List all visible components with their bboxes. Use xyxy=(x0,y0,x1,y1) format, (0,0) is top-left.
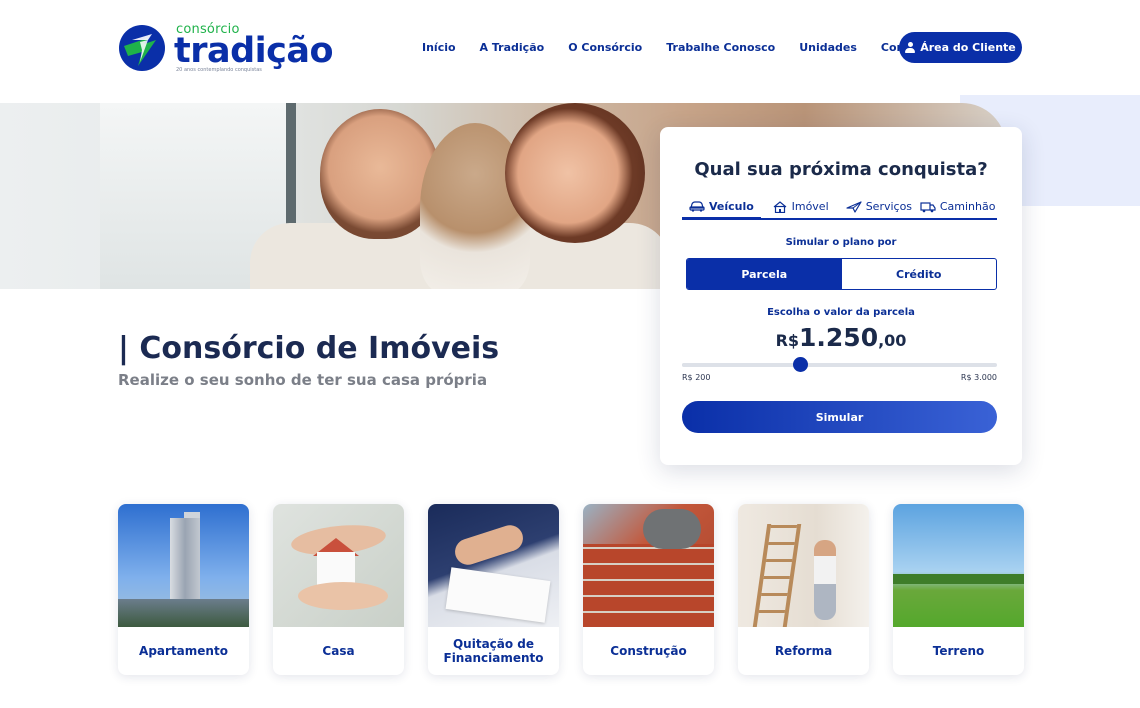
parcela-slider[interactable] xyxy=(682,357,997,372)
category-label: Construção xyxy=(610,644,687,658)
amount-integer: 1.250 xyxy=(799,323,879,352)
category-card-terreno[interactable]: Terreno xyxy=(893,504,1024,675)
category-label: Terreno xyxy=(932,644,985,658)
range-max-label: R$ 3.000 xyxy=(960,373,997,382)
casa-image xyxy=(273,504,404,627)
simulator-tabs: Veículo Imóvel Serviços Caminhão xyxy=(682,195,997,220)
terreno-image xyxy=(893,504,1024,627)
client-area-label: Área do Cliente xyxy=(920,41,1016,54)
amount-display: R$1.250,00 xyxy=(660,323,1022,352)
nav-item-a-tradicao[interactable]: A Tradição xyxy=(480,41,545,54)
category-card-construcao[interactable]: Construção xyxy=(583,504,714,675)
mode-credito-button[interactable]: Crédito xyxy=(842,259,997,289)
tab-caminhao-label: Caminhão xyxy=(939,200,996,213)
client-area-button[interactable]: Área do Cliente xyxy=(899,32,1022,63)
range-min-label: R$ 200 xyxy=(682,373,711,382)
category-label: Quitação de Financiamento xyxy=(443,637,544,665)
apartamento-image xyxy=(118,504,249,627)
main-nav: Início A Tradição O Consórcio Trabalhe C… xyxy=(422,41,930,54)
slider-track-fill xyxy=(682,363,801,367)
hero-mother xyxy=(505,103,645,243)
nav-item-o-consorcio[interactable]: O Consórcio xyxy=(568,41,642,54)
nav-item-inicio[interactable]: Início xyxy=(422,41,456,54)
tab-imovel-label: Imóvel xyxy=(791,200,829,213)
category-card-reforma[interactable]: Reforma xyxy=(738,504,869,675)
nav-item-unidades[interactable]: Unidades xyxy=(799,41,857,54)
nav-item-trabalhe-conosco[interactable]: Trabalhe Conosco xyxy=(666,41,775,54)
brand-logo[interactable]: consórcio tradição 20 anos contemplando … xyxy=(118,22,338,74)
simulate-by-label: Simular o plano por xyxy=(785,237,897,248)
tab-caminhao[interactable]: Caminhão xyxy=(918,195,997,218)
construcao-image xyxy=(583,504,714,627)
mode-parcela-button[interactable]: Parcela xyxy=(687,259,842,289)
tab-veiculo-label: Veículo xyxy=(708,199,754,213)
plane-icon xyxy=(846,200,862,213)
tab-servicos[interactable]: Serviços xyxy=(840,195,919,218)
slider-thumb[interactable] xyxy=(793,357,809,372)
house-icon xyxy=(773,200,786,213)
mode-toggle: Parcela Crédito xyxy=(686,258,997,290)
category-label: Apartamento xyxy=(139,644,228,658)
brand-tagline: 20 anos contemplando conquistas xyxy=(176,67,262,73)
hero-subtitle: Realize o seu sonho de ter sua casa próp… xyxy=(118,371,488,389)
reforma-image xyxy=(738,504,869,627)
hero-title: | Consórcio de Imóveis xyxy=(118,331,500,366)
tab-veiculo[interactable]: Veículo xyxy=(682,195,761,220)
logo-mark-icon xyxy=(119,25,165,71)
brand-name: tradição xyxy=(174,31,334,71)
category-label: Casa xyxy=(322,644,355,658)
tab-imovel[interactable]: Imóvel xyxy=(761,195,840,218)
category-label: Reforma xyxy=(774,644,833,658)
category-card-quitacao[interactable]: Quitação de Financiamento xyxy=(428,504,559,675)
category-card-casa[interactable]: Casa xyxy=(273,504,404,675)
tab-servicos-label: Serviços xyxy=(865,200,913,213)
simulate-button[interactable]: Simular xyxy=(682,401,997,433)
simulator-card: Qual sua próxima conquista? Veículo Imóv… xyxy=(660,127,1022,465)
user-icon xyxy=(905,42,916,53)
quitacao-image xyxy=(428,504,559,627)
choose-value-label: Escolha o valor da parcela xyxy=(767,307,915,318)
simulator-title: Qual sua próxima conquista? xyxy=(694,159,988,180)
category-cards: Apartamento Casa Quitação de Financiamen… xyxy=(118,504,1024,675)
amount-currency: R$ xyxy=(775,331,800,350)
car-icon xyxy=(689,201,705,212)
amount-decimal: ,00 xyxy=(878,331,907,350)
truck-icon xyxy=(920,201,936,212)
category-card-apartamento[interactable]: Apartamento xyxy=(118,504,249,675)
